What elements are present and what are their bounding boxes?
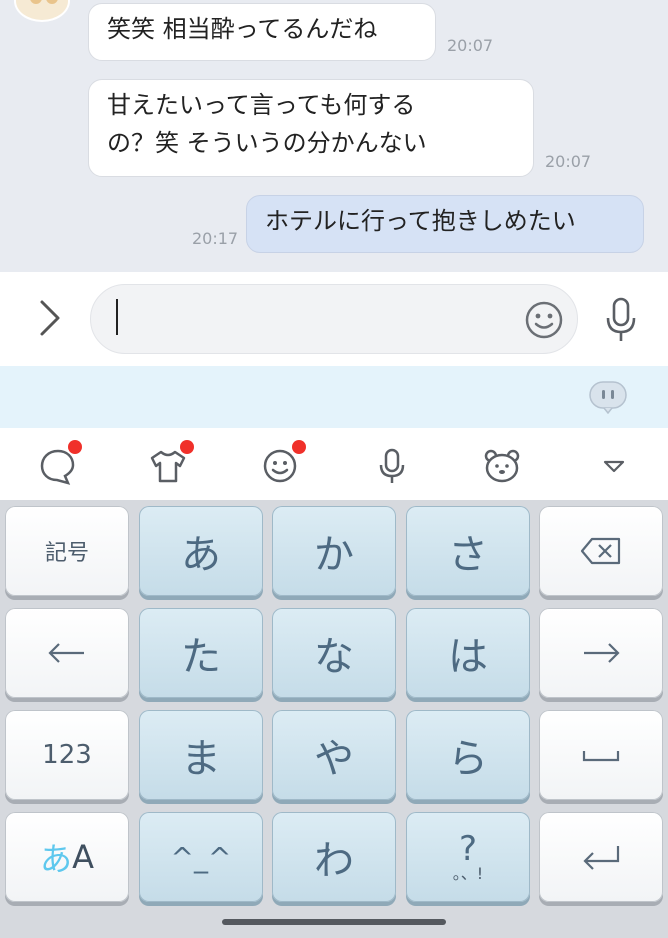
key-ma[interactable]: ま	[139, 710, 263, 800]
key-label: ^_^	[170, 840, 232, 874]
arrow-right-icon	[584, 643, 620, 663]
key-a[interactable]: あ	[139, 506, 263, 596]
message-text: の？笑 そういうの分かんない	[107, 129, 427, 157]
notification-badge	[68, 440, 82, 454]
key-cursor-right[interactable]	[539, 608, 663, 698]
message-time: 20:17	[192, 229, 239, 248]
bear-icon[interactable]	[482, 446, 522, 486]
space-icon	[582, 751, 620, 762]
key-label: さ	[448, 532, 488, 578]
key-kaomoji[interactable]: ^_^	[139, 812, 263, 902]
key-backspace[interactable]	[539, 506, 663, 596]
mode-alpha-label: A	[72, 838, 94, 876]
key-label-question: ?	[458, 829, 478, 869]
notification-badge	[180, 440, 194, 454]
key-input-mode[interactable]: あ A	[5, 812, 129, 902]
message-input-bar	[0, 272, 668, 366]
message-text: ホテルに行って抱きしめたい	[265, 207, 576, 235]
chat-history[interactable]: 笑笑 相当酔ってるんだね 20:07 甘えたいって言っても何する の？笑 そうい…	[0, 0, 668, 272]
flick-keyboard: 記号 あ か さ た な は 123 ま や ら あ A ^_^ わ ? 。、!	[0, 500, 668, 938]
key-wa[interactable]: わ	[272, 812, 396, 902]
key-label: ま	[181, 736, 221, 782]
notification-badge	[292, 440, 306, 454]
message-text: 笑笑 相当酔ってるんだね	[107, 15, 378, 43]
key-label: か	[314, 532, 354, 578]
emoji-icon[interactable]	[524, 300, 564, 340]
avatar-ear	[30, 0, 42, 4]
microphone-icon[interactable]	[372, 446, 412, 486]
key-label: 123	[42, 740, 92, 770]
arrow-left-icon	[48, 643, 84, 663]
key-ka[interactable]: か	[272, 506, 396, 596]
message-bubble[interactable]: 笑笑 相当酔ってるんだね	[88, 3, 436, 61]
home-indicator[interactable]	[222, 919, 446, 925]
message-time: 20:07	[447, 36, 494, 55]
key-label: や	[314, 736, 354, 782]
collapse-keyboard-icon[interactable]	[594, 446, 634, 486]
key-label: 記号	[44, 541, 89, 566]
key-label-punct: 。、!	[452, 864, 484, 883]
suggestion-strip	[0, 366, 668, 428]
message-input[interactable]	[90, 284, 578, 354]
key-label: わ	[314, 838, 354, 884]
enter-icon	[583, 846, 620, 870]
key-symbols[interactable]: 記号	[5, 506, 129, 596]
message-text: 甘えたいって言っても何する	[107, 91, 416, 119]
key-label: あ	[181, 532, 221, 578]
backspace-icon	[580, 537, 621, 565]
key-sa[interactable]: さ	[406, 506, 530, 596]
key-label: は	[448, 634, 488, 680]
key-enter[interactable]	[539, 812, 663, 902]
my-message-bubble[interactable]: ホテルに行って抱きしめたい	[246, 195, 644, 253]
key-label: な	[314, 634, 354, 680]
avatar-ear	[46, 0, 58, 4]
text-caret	[116, 299, 118, 335]
keyboard-toolbar	[0, 428, 668, 500]
contact-avatar[interactable]	[14, 0, 70, 22]
message-bubble[interactable]: 甘えたいって言っても何する の？笑 そういうの分かんない	[88, 79, 534, 177]
key-space[interactable]	[539, 710, 663, 800]
message-time: 20:07	[545, 152, 592, 171]
chevron-right-icon[interactable]	[34, 298, 66, 338]
mode-kana-label: あ	[40, 840, 73, 878]
key-ra[interactable]: ら	[406, 710, 530, 800]
key-ha[interactable]: は	[406, 608, 530, 698]
key-na[interactable]: な	[272, 608, 396, 698]
key-numbers[interactable]: 123	[5, 710, 129, 800]
key-ta[interactable]: た	[139, 608, 263, 698]
key-punctuation[interactable]: ? 。、!	[406, 812, 530, 902]
key-label: た	[181, 634, 221, 680]
key-ya[interactable]: や	[272, 710, 396, 800]
key-cursor-left[interactable]	[5, 608, 129, 698]
key-label: ら	[448, 736, 488, 782]
assistant-robot-icon[interactable]	[588, 380, 628, 414]
microphone-icon[interactable]	[604, 296, 638, 344]
